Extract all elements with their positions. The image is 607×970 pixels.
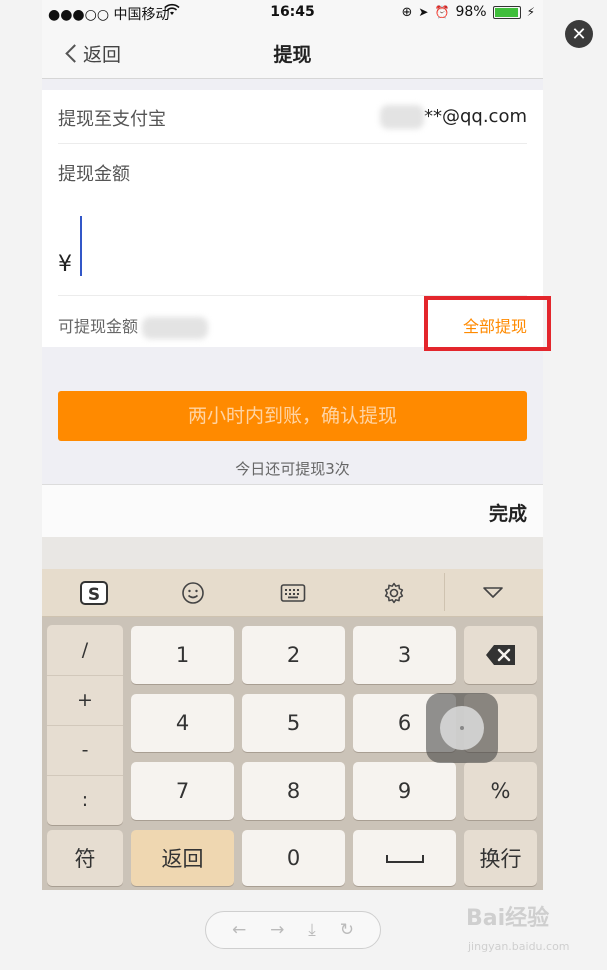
close-icon: ✕ xyxy=(571,23,587,45)
viewer-nav: ← → ⤓ ↻ xyxy=(205,911,381,949)
key-minus[interactable]: - xyxy=(47,725,123,776)
key-symbols[interactable]: 符 xyxy=(47,830,123,886)
arrow-right-icon[interactable]: → xyxy=(270,920,284,940)
download-icon[interactable]: ⤓ xyxy=(308,920,316,940)
keyboard-accessory-bar: 完成 xyxy=(42,484,543,538)
page-title: 提现 xyxy=(273,44,312,66)
svg-text:S: S xyxy=(88,585,100,605)
account-value: **@qq.com xyxy=(379,105,527,129)
refresh-icon[interactable]: ↻ xyxy=(340,920,354,940)
backspace-icon xyxy=(485,645,515,665)
highlight-box xyxy=(424,296,551,351)
assistive-touch-button[interactable] xyxy=(426,693,498,763)
battery-percent: 98% xyxy=(455,4,487,20)
amount-input-cursor[interactable] xyxy=(80,216,82,276)
key-7[interactable]: 7 xyxy=(131,762,234,820)
collapse-keyboard-icon[interactable] xyxy=(473,579,513,607)
key-3[interactable]: 3 xyxy=(353,626,456,684)
arrow-left-icon[interactable]: ← xyxy=(232,920,246,940)
rotation-lock-icon: ⊕ xyxy=(401,4,413,20)
keyboard-gap xyxy=(42,537,543,569)
sogou-logo-icon[interactable]: S xyxy=(74,579,114,607)
key-0[interactable]: 0 xyxy=(242,830,345,886)
battery-fill xyxy=(494,7,519,17)
key-return[interactable]: 返回 xyxy=(131,830,234,886)
keyboard-icon[interactable] xyxy=(273,579,313,607)
redacted-blur xyxy=(142,316,209,339)
key-slash[interactable]: / xyxy=(47,625,123,676)
done-button[interactable]: 完成 xyxy=(489,499,527,526)
status-right: ⊕ ➤ ⏰ 98% ⚡ xyxy=(402,4,535,20)
confirm-withdraw-button[interactable]: 两小时内到账，确认提现 xyxy=(58,391,527,441)
space-key[interactable] xyxy=(353,830,456,886)
status-bar: ●●●○○ 中国移动 16:45 ⊕ ➤ ⏰ 98% ⚡ xyxy=(42,0,543,26)
destination-row: 提现至支付宝 **@qq.com xyxy=(58,90,527,144)
key-plus[interactable]: + xyxy=(47,675,123,726)
watermark-url: jingyan.baidu.com xyxy=(468,940,570,953)
symbol-column: / + - : xyxy=(47,625,123,825)
key-colon[interactable]: : xyxy=(47,775,123,825)
destination-label: 提现至支付宝 xyxy=(58,109,166,130)
key-9[interactable]: 9 xyxy=(353,762,456,820)
keyboard-toolbar: S xyxy=(42,569,543,617)
space-icon xyxy=(385,855,424,863)
gear-icon[interactable] xyxy=(374,579,414,607)
assistive-touch-dot xyxy=(460,726,464,730)
key-4[interactable]: 4 xyxy=(131,694,234,752)
location-icon: ➤ xyxy=(418,5,429,19)
account-text: **@qq.com xyxy=(423,106,527,127)
amount-label: 提现金额 xyxy=(58,164,130,185)
key-percent[interactable]: % xyxy=(464,762,537,820)
available-label-text: 可提现金额 xyxy=(58,317,139,336)
toolbar-divider xyxy=(444,573,445,611)
close-button[interactable]: ✕ xyxy=(565,20,593,48)
backspace-key[interactable] xyxy=(464,626,537,684)
key-1[interactable]: 1 xyxy=(131,626,234,684)
remaining-count-text: 今日还可提现3次 xyxy=(235,460,350,478)
nav-bar: 返回 提现 xyxy=(42,26,543,79)
key-2[interactable]: 2 xyxy=(242,626,345,684)
currency-symbol: ¥ xyxy=(58,252,72,277)
watermark-logo: Bai经验 xyxy=(466,906,550,931)
alarm-icon: ⏰ xyxy=(434,5,450,19)
emoji-icon[interactable] xyxy=(173,579,213,607)
key-8[interactable]: 8 xyxy=(242,762,345,820)
available-label: 可提现金额 xyxy=(58,313,209,339)
charging-icon: ⚡ xyxy=(526,5,535,19)
key-newline[interactable]: 换行 xyxy=(464,830,537,886)
battery-icon xyxy=(492,5,521,19)
redacted-blur xyxy=(379,105,424,129)
key-5[interactable]: 5 xyxy=(242,694,345,752)
